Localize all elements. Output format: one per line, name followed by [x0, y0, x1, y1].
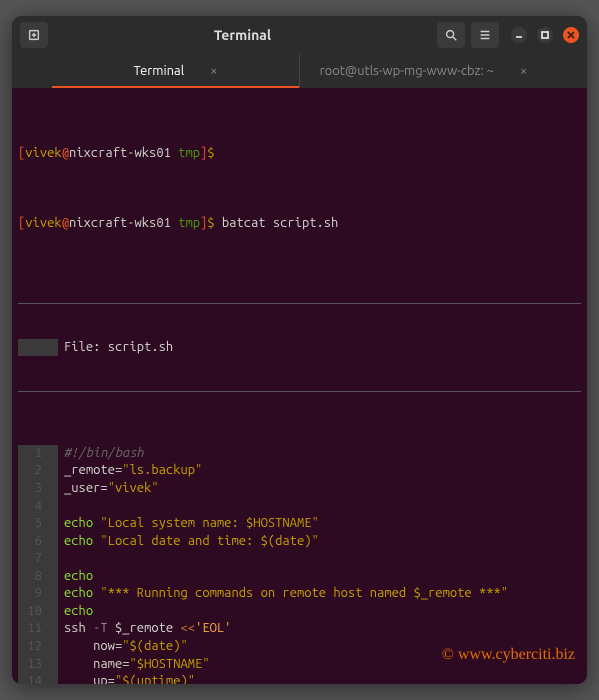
- titlebar: Terminal: [12, 16, 587, 54]
- code-line: 4: [18, 498, 581, 516]
- prompt-line: [vivek@nixcraft-wks01 tmp]$ batcat scrip…: [18, 215, 581, 233]
- tab-terminal[interactable]: Terminal ×: [52, 54, 299, 88]
- bat-rule: [18, 303, 581, 304]
- maximize-button[interactable]: [537, 27, 553, 43]
- window-title: Terminal: [54, 27, 431, 43]
- code-line: 11 ssh -T $_remote <<'EOL': [18, 620, 581, 638]
- code-line: 9 echo "*** Running commands on remote h…: [18, 585, 581, 603]
- tab-label: Terminal: [134, 64, 185, 78]
- window-controls: [511, 27, 579, 43]
- terminal-body[interactable]: [vivek@nixcraft-wks01 tmp]$ [vivek@nixcr…: [12, 88, 587, 684]
- code-line: 2 _remote="ls.backup": [18, 462, 581, 480]
- code-line: 1 #!/bin/bash: [18, 445, 581, 463]
- bat-header: File: script.sh: [18, 339, 581, 357]
- code-line: 7: [18, 550, 581, 568]
- code-line: 6 echo "Local date and time: $(date)": [18, 533, 581, 551]
- bat-rule: [18, 391, 581, 392]
- tab-bar: Terminal × root@utls-wp-mg-www-cbz: ~ ×: [12, 54, 587, 88]
- code-line: 10 echo: [18, 603, 581, 621]
- new-tab-button[interactable]: [20, 22, 48, 48]
- code-line: 8 echo: [18, 568, 581, 586]
- tab-close-icon[interactable]: ×: [520, 64, 527, 78]
- command-text: batcat script.sh: [222, 216, 338, 230]
- prompt-line: [vivek@nixcraft-wks01 tmp]$: [18, 145, 581, 163]
- code-line: 3 _user="vivek": [18, 480, 581, 498]
- search-button[interactable]: [437, 22, 465, 48]
- tab-label: root@utls-wp-mg-www-cbz: ~: [320, 64, 494, 78]
- code-line: 5 echo "Local system name: $HOSTNAME": [18, 515, 581, 533]
- minimize-button[interactable]: [511, 27, 527, 43]
- tab-close-icon[interactable]: ×: [210, 64, 217, 78]
- tab-remote-session[interactable]: root@utls-wp-mg-www-cbz: ~ ×: [300, 54, 547, 88]
- code-line: 14 up="$(uptime)": [18, 673, 581, 684]
- terminal-window: Terminal Terminal × root@utls-wp-mg-www-…: [12, 16, 587, 684]
- watermark: © www.cyberciti.biz: [442, 644, 575, 666]
- close-button[interactable]: [563, 27, 579, 43]
- hamburger-menu-button[interactable]: [471, 22, 499, 48]
